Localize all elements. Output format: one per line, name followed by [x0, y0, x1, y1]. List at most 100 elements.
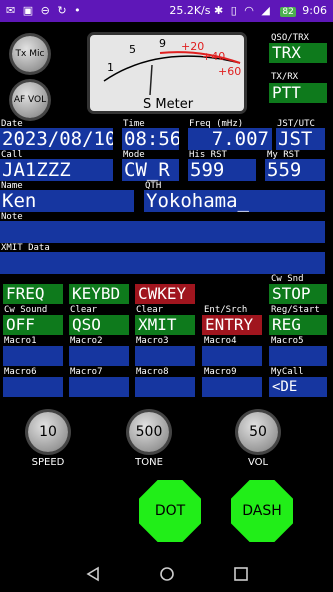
clear-qso-button[interactable]: QSO	[69, 315, 129, 335]
xmit-data-field[interactable]	[0, 252, 325, 274]
vol-knob-wrap[interactable]: 50	[238, 412, 278, 452]
status-bar: ✉ ▣ ⊖ ↻ • 25.2K/s ✱ ▯ ◠ ◢ 82 9:06	[0, 0, 333, 22]
cw-snd-label: Cw Snd	[271, 274, 304, 284]
keybd-button[interactable]: KEYBD	[69, 284, 129, 304]
status-icons-left: ✉ ▣ ⊖ ↻ •	[6, 4, 85, 17]
macro8-button[interactable]	[135, 377, 195, 397]
clear-xmit-button[interactable]: XMIT	[135, 315, 195, 335]
macro4-label: Macro4	[204, 336, 237, 346]
tx-mic-label: Tx Mic	[15, 49, 45, 59]
tone-knob-wrap[interactable]: 500	[129, 412, 169, 452]
name-field[interactable]: Ken	[0, 190, 134, 212]
qso-trx-label: QSO/TRX	[271, 33, 309, 43]
macro3-button[interactable]	[135, 346, 195, 366]
nav-bar	[0, 556, 333, 592]
macro9-button[interactable]	[202, 377, 262, 397]
qso-trx-button[interactable]: TRX	[269, 43, 327, 63]
dot-icon: •	[74, 4, 81, 17]
af-vol-knob-wrap[interactable]: AF VOL	[12, 82, 48, 118]
jst-utc-field[interactable]: JST	[276, 128, 325, 150]
macro1-button[interactable]	[3, 346, 63, 366]
date-field[interactable]: 2023/08/10	[0, 128, 113, 150]
speed-label: SPEED	[31, 457, 65, 468]
qth-field[interactable]: Yokohama_	[144, 190, 325, 212]
net-speed: 25.2K/s	[169, 4, 211, 17]
scale-9: 9	[159, 37, 166, 50]
wifi-icon: ◠	[244, 4, 254, 17]
macro7-button[interactable]	[69, 377, 129, 397]
macro1-label: Macro1	[4, 336, 37, 346]
ent-srch-label: Ent/Srch	[204, 305, 248, 315]
vol-value: 50	[249, 424, 267, 440]
reg-button[interactable]: REG	[269, 315, 327, 335]
macro3-label: Macro3	[136, 336, 169, 346]
scale-plus60: +60	[218, 65, 241, 78]
mail-icon: ▣	[22, 4, 34, 17]
his-rst-field[interactable]: 599	[188, 159, 256, 181]
tone-label: TONE	[135, 457, 163, 468]
battery-icon: 82	[280, 7, 296, 17]
recents-icon[interactable]	[233, 566, 249, 582]
signal-icon: ◢	[261, 4, 270, 17]
clear-xmit-label: Clear	[136, 305, 164, 315]
scale-5: 5	[129, 43, 136, 56]
dash-key[interactable]: DASH	[231, 480, 293, 542]
freq-button[interactable]: FREQ	[3, 284, 63, 304]
reg-start-label: Reg/Start	[271, 305, 320, 315]
time-field[interactable]: 08:56	[122, 128, 179, 150]
mycall-button[interactable]: <DE	[269, 377, 327, 397]
scale-plus40: +40	[202, 50, 225, 63]
macro8-label: Macro8	[136, 367, 169, 377]
bluetooth-icon: ✱	[213, 4, 224, 17]
vol-label: VOL	[247, 457, 269, 468]
tx-rx-label: TX/RX	[271, 72, 299, 82]
macro6-button[interactable]	[3, 377, 63, 397]
dot-key[interactable]: DOT	[139, 480, 201, 542]
cw-sound-label: Cw Sound	[4, 305, 48, 315]
meter-title: S Meter	[143, 97, 194, 111]
mycall-label: MyCall	[271, 367, 304, 377]
vol-knob[interactable]: 50	[238, 412, 278, 452]
sms-icon: ✉	[6, 4, 16, 17]
speed-value: 10	[39, 424, 57, 440]
scale-plus20: +20	[181, 40, 204, 53]
s-meter-dial: 1 5 9 +20 +40 +60 S Meter	[103, 37, 241, 112]
macro4-button[interactable]	[202, 346, 262, 366]
meter-needle	[149, 64, 153, 96]
cwkey-button[interactable]: CWKEY	[135, 284, 195, 304]
clear-qso-label: Clear	[70, 305, 98, 315]
macro5-button[interactable]	[269, 346, 327, 366]
call-field[interactable]: JA1ZZZ	[0, 159, 113, 181]
my-rst-field[interactable]: 559	[265, 159, 325, 181]
tone-knob[interactable]: 500	[129, 412, 169, 452]
home-icon[interactable]	[159, 566, 175, 582]
tone-value: 500	[135, 424, 163, 440]
clock: 9:06	[302, 4, 327, 17]
mode-field[interactable]: CW_R	[122, 159, 179, 181]
freq-field[interactable]: 7.007	[188, 128, 272, 150]
do-not-disturb-icon: ⊖	[40, 4, 50, 17]
back-icon[interactable]	[85, 566, 101, 582]
macro2-button[interactable]	[69, 346, 129, 366]
macro6-label: Macro6	[4, 367, 37, 377]
speed-knob[interactable]: 10	[28, 412, 68, 452]
stop-button[interactable]: STOP	[269, 284, 327, 304]
speed-knob-wrap[interactable]: 10	[28, 412, 68, 452]
cw-sound-button[interactable]: OFF	[3, 315, 63, 335]
vibrate-icon: ▯	[230, 4, 237, 17]
note-field[interactable]	[0, 221, 325, 243]
af-vol-knob[interactable]: AF VOL	[12, 82, 48, 118]
macro9-label: Macro9	[204, 367, 237, 377]
sync-icon: ↻	[57, 4, 67, 17]
entry-button[interactable]: ENTRY	[202, 315, 262, 335]
macro2-label: Macro2	[70, 336, 103, 346]
tx-mic-knob-wrap[interactable]: Tx Mic	[12, 36, 48, 72]
status-icons-right: 25.2K/s ✱ ▯ ◠ ◢ 82 9:06	[169, 4, 327, 17]
af-vol-label: AF VOL	[13, 95, 47, 105]
s-meter: 1 5 9 +20 +40 +60 S Meter	[87, 32, 247, 114]
tx-mic-knob[interactable]: Tx Mic	[12, 36, 48, 72]
macro5-label: Macro5	[271, 336, 304, 346]
macro7-label: Macro7	[70, 367, 103, 377]
tx-rx-button[interactable]: PTT	[269, 83, 327, 103]
scale-1: 1	[107, 61, 114, 74]
